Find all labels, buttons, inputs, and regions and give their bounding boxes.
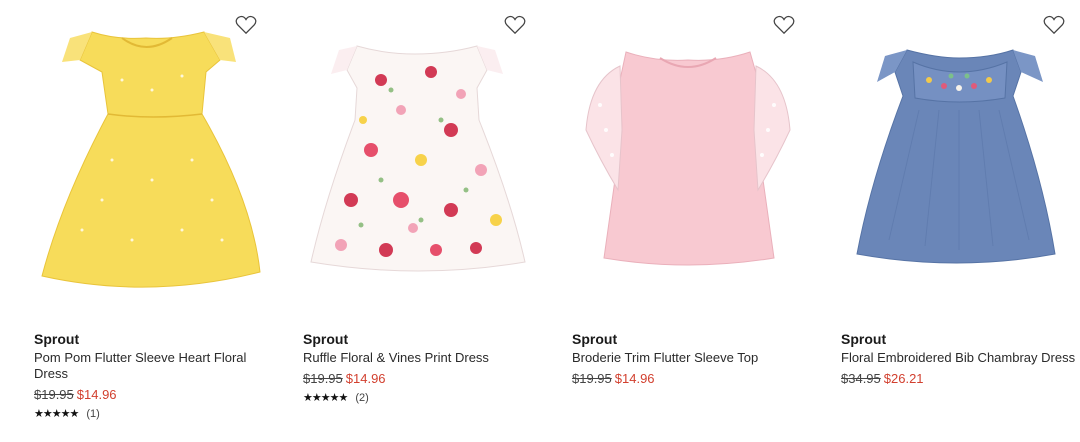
product-title[interactable]: Ruffle Floral & Vines Print Dress (303, 350, 543, 366)
heart-icon (1043, 15, 1065, 35)
sale-price: $14.96 (345, 371, 386, 386)
wishlist-heart-button[interactable] (767, 8, 801, 42)
product-image[interactable] (291, 10, 541, 310)
review-count: (2) (355, 391, 369, 404)
heart-icon (773, 15, 795, 35)
wishlist-heart-button[interactable] (1037, 8, 1071, 42)
product-price: $19.95 $14.96 (572, 370, 812, 388)
sale-price: $26.21 (883, 371, 924, 386)
review-count: (1) (86, 407, 100, 420)
product-info: Sprout Floral Embroidered Bib Chambray D… (841, 330, 1080, 388)
product-brand: Sprout (572, 331, 618, 347)
chambray-dress-icon (856, 49, 1056, 264)
product-title[interactable]: Floral Embroidered Bib Chambray Dress (841, 350, 1080, 366)
product-image[interactable] (22, 10, 272, 310)
product-brand: Sprout (34, 331, 80, 347)
product-grid: Sprout Pom Pom Flutter Sleeve Heart Flor… (0, 0, 1080, 442)
pink-top-icon (585, 51, 791, 266)
product-price: $34.95 $26.21 (841, 370, 1080, 388)
floral-dress-icon (310, 45, 526, 272)
was-price: $34.95 (841, 371, 881, 386)
product-rating[interactable]: ★★★★★ (2) (303, 391, 543, 405)
product-price: $19.95 $14.96 (303, 370, 543, 388)
sale-price: $14.96 (614, 371, 655, 386)
product-info: Sprout Ruffle Floral & Vines Print Dress… (303, 330, 543, 404)
product-rating[interactable]: ★★★★★ (1) (34, 407, 274, 421)
product-image[interactable] (829, 10, 1079, 310)
product-brand: Sprout (841, 331, 887, 347)
product-info: Sprout Broderie Trim Flutter Sleeve Top … (572, 330, 812, 388)
product-info: Sprout Pom Pom Flutter Sleeve Heart Flor… (34, 330, 274, 420)
was-price: $19.95 (34, 387, 74, 402)
product-price: $19.95 $14.96 (34, 386, 274, 404)
star-rating-icon: ★★★★★ (303, 392, 348, 404)
product-card[interactable]: Sprout Broderie Trim Flutter Sleeve Top … (560, 0, 820, 442)
heart-icon (504, 15, 526, 35)
product-card[interactable]: Sprout Ruffle Floral & Vines Print Dress… (291, 0, 551, 442)
product-title[interactable]: Broderie Trim Flutter Sleeve Top (572, 350, 812, 366)
wishlist-heart-button[interactable] (498, 8, 532, 42)
product-card[interactable]: Sprout Pom Pom Flutter Sleeve Heart Flor… (22, 0, 282, 442)
star-rating-icon: ★★★★★ (34, 408, 79, 420)
sale-price: $14.96 (76, 387, 117, 402)
was-price: $19.95 (572, 371, 612, 386)
product-card[interactable]: Sprout Floral Embroidered Bib Chambray D… (829, 0, 1080, 442)
was-price: $19.95 (303, 371, 343, 386)
heart-icon (235, 15, 257, 35)
yellow-dress-icon (41, 31, 261, 288)
product-image[interactable] (560, 10, 810, 310)
product-brand: Sprout (303, 331, 349, 347)
wishlist-heart-button[interactable] (229, 8, 263, 42)
product-title[interactable]: Pom Pom Flutter Sleeve Heart Floral Dres… (34, 350, 274, 382)
